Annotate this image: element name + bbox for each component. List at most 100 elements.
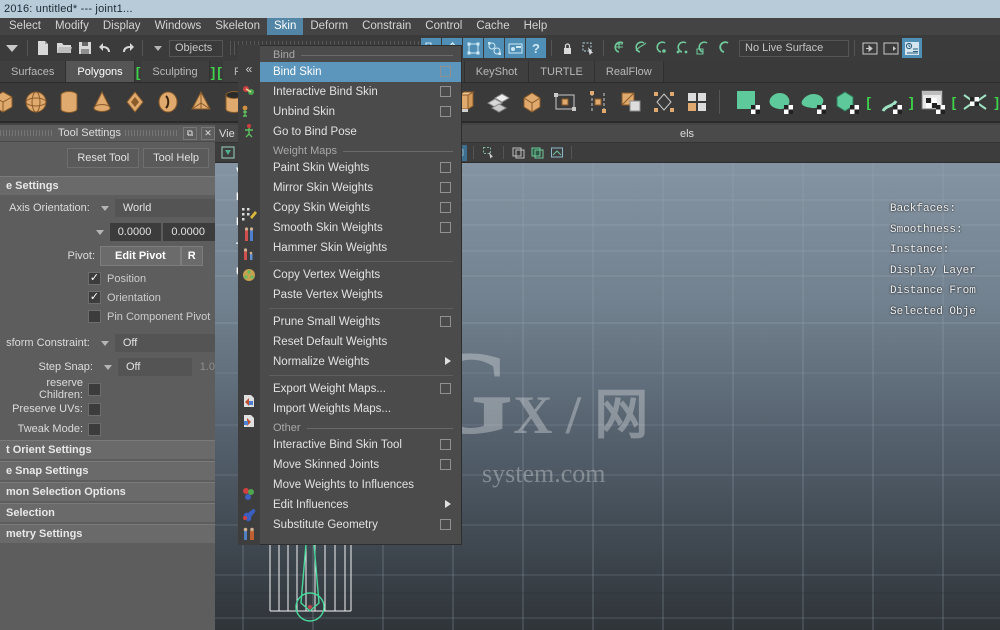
menu-option-box[interactable] <box>440 106 451 117</box>
menu-option-box[interactable] <box>440 316 451 327</box>
menu-item-normalize-weights[interactable]: Normalize Weights <box>239 352 461 372</box>
snap-to-point-icon[interactable] <box>651 38 671 58</box>
section-move-settings[interactable]: e Settings <box>0 176 215 195</box>
select-by-component-icon[interactable] <box>463 38 483 58</box>
section-orient-settings[interactable]: t Orient Settings <box>0 440 215 459</box>
shelf-tab-polygons[interactable]: Polygons <box>66 61 135 82</box>
chevron-down-icon-2[interactable] <box>95 229 104 235</box>
menu-option-box[interactable] <box>440 439 451 450</box>
shelf-tab-sculpting[interactable]: Sculpting <box>141 61 210 82</box>
uv-layout-icon[interactable] <box>918 87 948 117</box>
menu-item-help[interactable]: Help <box>517 18 555 35</box>
section-symmetry-settings[interactable]: metry Settings <box>0 524 215 543</box>
shelf-tab-turtle[interactable]: TURTLE <box>529 61 595 82</box>
menu-item-go-to-bind-pose[interactable]: Go to Bind Pose <box>239 122 461 142</box>
open-scene-icon[interactable] <box>54 38 74 58</box>
menu-item-display[interactable]: Display <box>96 18 148 35</box>
chevron-down-icon-3[interactable] <box>100 340 109 346</box>
mirror-geometry-icon[interactable] <box>649 87 679 117</box>
menu-item-skeleton[interactable]: Skeleton <box>208 18 267 35</box>
submenu-arrow-icon[interactable] <box>445 500 451 508</box>
preserve-children-row[interactable]: reserve Children: <box>0 377 215 401</box>
edit-pivot-button[interactable]: Edit Pivot <box>100 246 181 266</box>
orientation-checkbox[interactable]: ✓ <box>88 291 101 304</box>
menu-item-import-weights-maps[interactable]: Import Weights Maps... <box>239 399 461 419</box>
menu-item-copy-skin-weights[interactable]: Copy Skin Weights <box>239 198 461 218</box>
menu-option-box[interactable] <box>440 222 451 233</box>
grid-icon[interactable] <box>529 145 546 161</box>
select-camera-icon[interactable] <box>219 145 236 161</box>
menu-option-box[interactable] <box>440 519 451 530</box>
combine-icon[interactable] <box>517 87 547 117</box>
poly-plane-icon[interactable] <box>153 87 183 117</box>
preserve-children-checkbox[interactable] <box>88 382 101 396</box>
menu-item-interactive-bind-skin[interactable]: Interactive Bind Skin <box>239 82 461 102</box>
axis-value-y[interactable]: 0.0000 <box>163 223 215 241</box>
shelf-tab-realflow[interactable]: RealFlow <box>594 61 664 82</box>
append-polygon-icon[interactable] <box>799 87 829 117</box>
menu-item-modify[interactable]: Modify <box>48 18 96 35</box>
attribute-editor-icon[interactable] <box>902 38 922 58</box>
menu-item-edit-influences[interactable]: Edit Influences <box>239 495 461 515</box>
menu-item-move-weights-to-influences[interactable]: Move Weights to Influences <box>239 475 461 495</box>
make-live-icon[interactable] <box>714 38 734 58</box>
submenu-arrow-icon[interactable] <box>445 357 451 365</box>
redo-icon[interactable] <box>117 38 137 58</box>
tool-help-button[interactable]: Tool Help <box>143 148 209 168</box>
bevel-icon[interactable] <box>484 87 514 117</box>
sculpt-tool-icon[interactable] <box>766 87 796 117</box>
snap-to-projected-icon[interactable] <box>672 38 692 58</box>
menu-item-deform[interactable]: Deform <box>303 18 355 35</box>
chevron-down-icon-4[interactable] <box>103 364 112 370</box>
menu-item-control[interactable]: Control <box>418 18 469 35</box>
poly-sphere-icon[interactable] <box>21 87 51 117</box>
tweak-mode-row[interactable]: Tweak Mode: <box>0 420 215 438</box>
menu-item-windows[interactable]: Windows <box>148 18 209 35</box>
menuset-field[interactable]: Objects <box>169 39 223 57</box>
menu-item-select[interactable]: Select <box>2 18 48 35</box>
menu-item-hammer-skin-weights[interactable]: Hammer Skin Weights <box>239 238 461 258</box>
menu-item-paint-skin-weights[interactable]: Paint Skin Weights <box>239 158 461 178</box>
menu-item-copy-vertex-weights[interactable]: Copy Vertex Weights <box>239 265 461 285</box>
poly-cylinder-icon[interactable] <box>54 87 84 117</box>
pin-component-pivot-checkbox[interactable] <box>88 310 101 323</box>
section-common-selection-options[interactable]: mon Selection Options <box>0 482 215 501</box>
section-snap-settings[interactable]: e Snap Settings <box>0 461 215 480</box>
poly-cone-icon[interactable] <box>87 87 117 117</box>
menu-item-skin[interactable]: Skin <box>266 18 304 35</box>
sidebar-left-icon[interactable] <box>860 38 880 58</box>
menu-option-box[interactable] <box>440 66 451 77</box>
step-snap-value[interactable]: Off <box>117 358 192 376</box>
axis-value-x[interactable]: 0.0000 <box>109 223 162 241</box>
menu-item-unbind-skin[interactable]: Unbind Skin <box>239 102 461 122</box>
reset-pivot-button[interactable]: R <box>180 246 203 266</box>
menu-item-prune-small-weights[interactable]: Prune Small Weights <box>239 312 461 332</box>
shelf-tab-keyshot[interactable]: KeyShot <box>464 61 530 82</box>
live-surface-field[interactable]: No Live Surface <box>739 39 849 57</box>
select-mask-help-icon[interactable]: ? <box>526 38 546 58</box>
smooth-icon[interactable] <box>616 87 646 117</box>
booleans-icon[interactable] <box>583 87 613 117</box>
shelf-tab-surfaces[interactable]: Surfaces <box>0 61 67 82</box>
snap-to-view-plane-icon[interactable] <box>693 38 713 58</box>
menu-item-smooth-skin-weights[interactable]: Smooth Skin Weights <box>239 218 461 238</box>
viewport-tab-label[interactable]: Vie <box>219 128 235 140</box>
menuset-dropdown-icon[interactable] <box>2 38 22 58</box>
film-gate-icon[interactable] <box>548 145 565 161</box>
tweak-mode-checkbox[interactable] <box>88 422 101 436</box>
menu-tearoff-icon[interactable]: « <box>238 59 260 79</box>
menu-option-box[interactable] <box>440 182 451 193</box>
menu-item-constrain[interactable]: Constrain <box>355 18 418 35</box>
menuset-arrow-icon[interactable] <box>148 38 168 58</box>
pin-component-pivot-row[interactable]: Pin Component Pivot <box>0 307 215 326</box>
select-mask-surface-icon[interactable] <box>505 38 525 58</box>
highlight-selection-icon[interactable] <box>578 38 598 58</box>
preserve-uvs-checkbox[interactable] <box>88 402 101 416</box>
undo-icon[interactable] <box>96 38 116 58</box>
menu-option-box[interactable] <box>440 202 451 213</box>
chevron-down-icon[interactable] <box>100 205 109 211</box>
menu-item-reset-default-weights[interactable]: Reset Default Weights <box>239 332 461 352</box>
transform-constraint-value[interactable]: Off <box>114 334 215 352</box>
menu-item-move-skinned-joints[interactable]: Move Skinned Joints <box>239 455 461 475</box>
close-icon[interactable]: ✕ <box>201 126 216 140</box>
